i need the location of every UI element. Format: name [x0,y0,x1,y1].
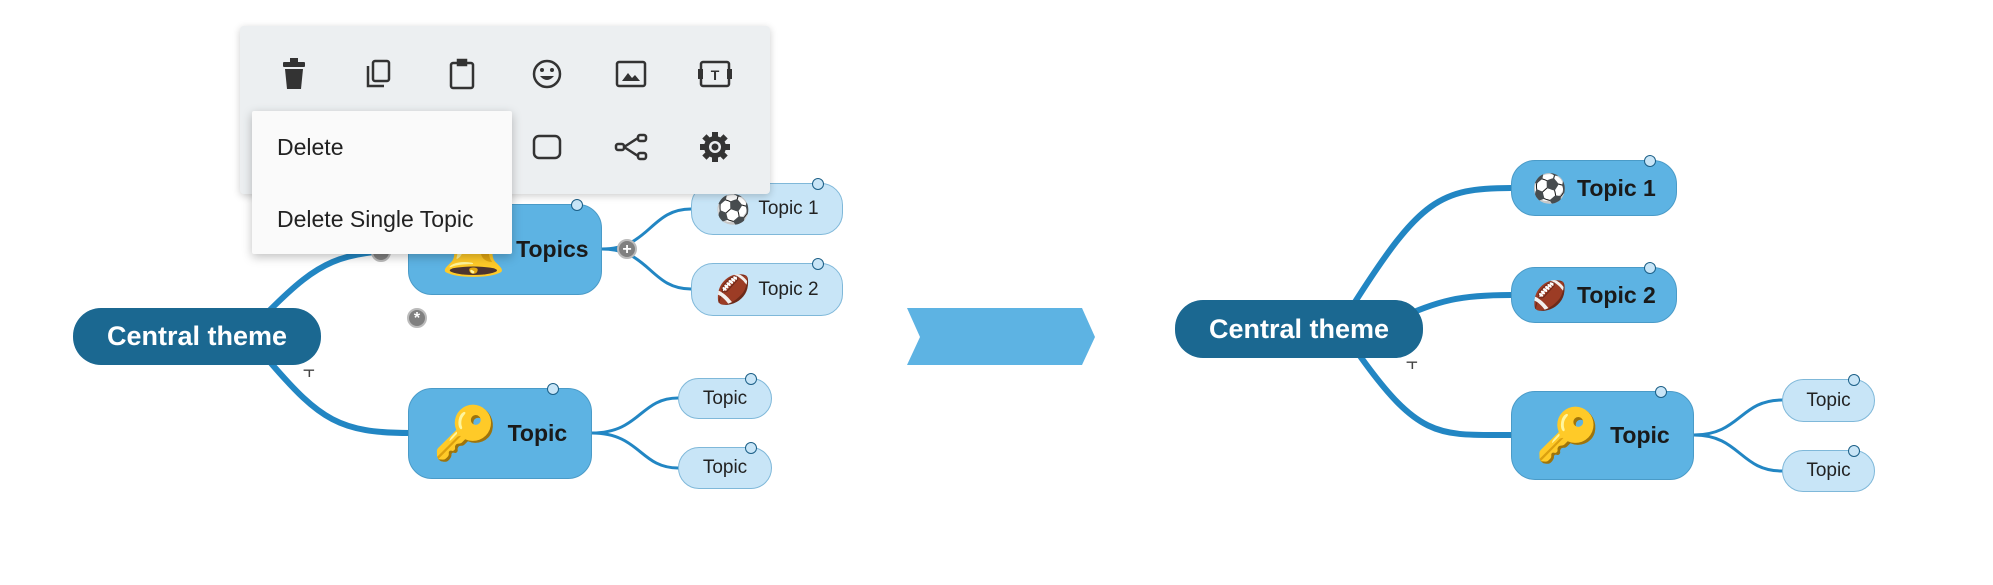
branch-line [1357,353,1514,439]
fork-icon: ⫟ [1406,352,1419,374]
branch-line [267,247,413,313]
soccer-ball-icon: ⚽ [715,193,751,225]
node-handle[interactable] [745,373,757,385]
central-theme-node[interactable]: Central theme [73,308,321,365]
key-icon: 🔑 [432,405,498,463]
node-handle[interactable] [571,199,583,211]
node-label: Topics [516,236,589,262]
node-label: Topic [1610,422,1670,448]
rectangle-icon[interactable] [529,129,565,165]
clipboard-icon[interactable] [444,56,480,92]
node-handle[interactable] [1644,155,1656,167]
node-label: Topic [702,457,748,478]
node-label: Topic 2 [1577,281,1656,308]
copy-icon[interactable] [360,56,396,92]
node-label: Topic 1 [758,198,819,219]
delete-context-menu: Delete Delete Single Topic [252,111,512,254]
subtopic-node[interactable]: Topic [678,373,772,419]
branch-line [600,207,693,251]
key-topic-node[interactable]: 🔑 Topic [1511,386,1694,480]
node-label: Topic [702,387,748,409]
node-label: Topic [1806,460,1851,481]
trash-icon[interactable] [276,56,312,92]
node-handle[interactable] [745,442,757,454]
topic-2-node[interactable]: 🏈 Topic 2 [691,258,843,316]
fork-icon: ⫟ [303,360,316,382]
topic-2-node[interactable]: 🏈 Topic 2 [1511,262,1677,323]
key-topic-node[interactable]: 🔑 Topic [408,383,592,479]
node-handle[interactable] [1644,262,1656,274]
branch-line [267,359,413,436]
branch-line [590,396,680,435]
gear-icon[interactable] [697,129,733,165]
node-label: Central theme [1208,313,1390,344]
topic-1-node[interactable]: ⚽ Topic 1 [1511,155,1677,216]
branch-line [1352,185,1514,305]
football-icon: 🏈 [715,274,751,305]
expand-plus-button[interactable]: + [617,239,637,259]
branch-line [600,247,693,291]
node-handle[interactable] [1848,445,1860,457]
node-handle[interactable] [812,178,824,190]
node-handle[interactable] [1655,386,1667,398]
subtopic-node[interactable]: Topic [1782,374,1875,422]
text-box-icon[interactable]: T [697,56,733,92]
image-icon[interactable] [613,56,649,92]
node-label: Central theme [106,321,288,351]
subtopic-node[interactable]: Topic [678,442,772,489]
emoji-icon[interactable] [529,56,565,92]
asterisk-button[interactable]: * [407,308,427,328]
transition-arrow-icon [907,308,1095,365]
menu-item-delete-single-topic[interactable]: Delete Single Topic [277,206,473,233]
subtopic-node[interactable]: Topic [1782,445,1875,492]
node-label: Topic 2 [758,278,819,300]
key-icon: 🔑 [1535,407,1601,465]
branch-line [1692,433,1784,473]
branch-line [590,431,680,470]
soccer-ball-icon: ⚽ [1532,172,1568,204]
football-icon: 🏈 [1532,279,1568,311]
central-theme-node[interactable]: Central theme [1175,300,1423,358]
tree-share-icon[interactable] [613,129,649,165]
node-handle[interactable] [547,383,559,395]
svg-text:T: T [711,67,720,83]
node-handle[interactable] [812,258,824,270]
branch-line [1692,398,1784,437]
node-label: Topic 1 [1577,174,1656,201]
node-handle[interactable] [1848,374,1860,386]
menu-item-delete[interactable]: Delete [277,134,343,161]
node-label: Topic [1806,389,1851,411]
node-label: Topic [507,420,568,446]
